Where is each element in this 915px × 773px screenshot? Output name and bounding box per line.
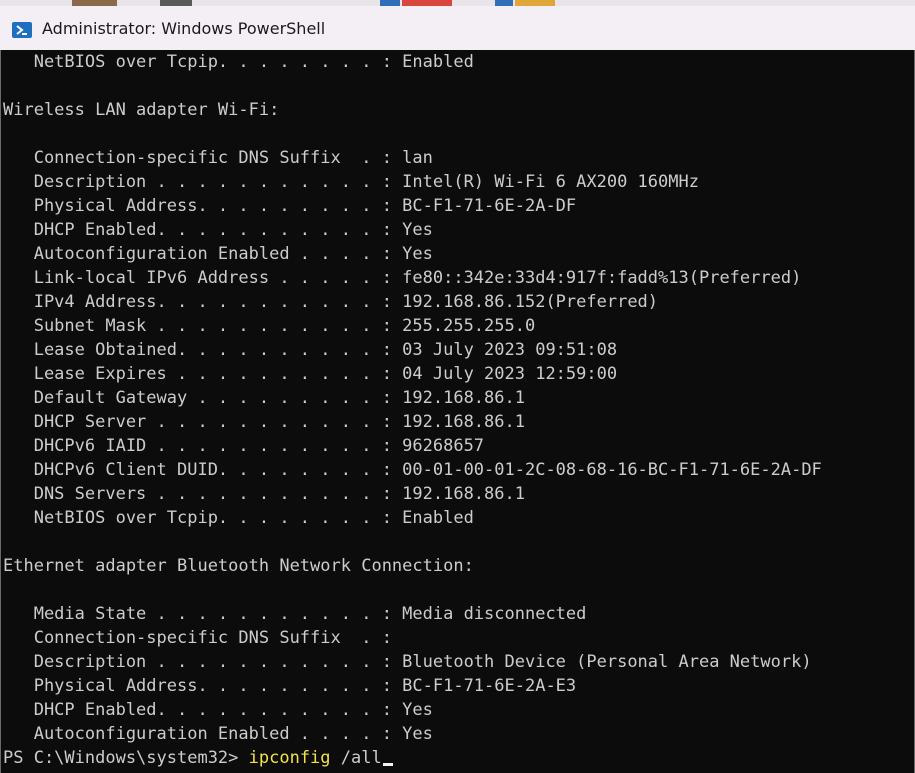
prompt-line[interactable]: PS C:\Windows\system32> ipconfig /all [3,746,822,770]
window-title: Administrator: Windows PowerShell [42,19,326,38]
powershell-window: Administrator: Windows PowerShell NetBIO… [0,0,915,773]
text-cursor [382,763,393,766]
console-line: Wireless LAN adapter Wi-Fi: [3,100,280,120]
console-line: NetBIOS over Tcpip. . . . . . . . : Enab… [3,508,474,528]
console-line: IPv4 Address. . . . . . . . . . . : 192.… [3,292,659,312]
console-line: DHCP Enabled. . . . . . . . . . . : Yes [3,700,433,720]
console-line: Link-local IPv6 Address . . . . . : fe80… [3,268,802,288]
console-line: Description . . . . . . . . . . . : Blue… [3,652,812,672]
console-line: Lease Obtained. . . . . . . . . . : 03 J… [3,340,618,360]
console-output[interactable]: NetBIOS over Tcpip. . . . . . . . : Enab… [0,50,915,773]
console-line: DHCP Server . . . . . . . . . . . : 192.… [3,412,525,432]
prompt-command: ipconfig [248,748,331,768]
console-line: Physical Address. . . . . . . . . : BC-F… [3,196,577,216]
console-line: Connection-specific DNS Suffix . : [3,628,392,648]
prompt-args: /all [330,748,382,768]
console-line: DNS Servers . . . . . . . . . . . : 192.… [3,484,525,504]
console-line: DHCP Enabled. . . . . . . . . . . : Yes [3,220,433,240]
prompt-path: PS C:\Windows\system32> [3,748,249,768]
console-line: DHCPv6 Client DUID. . . . . . . . : 00-0… [3,460,822,480]
powershell-icon [12,22,32,38]
title-bar[interactable]: Administrator: Windows PowerShell [0,6,915,51]
console-line: Autoconfiguration Enabled . . . . : Yes [3,244,433,264]
console-lines: NetBIOS over Tcpip. . . . . . . . : Enab… [3,50,822,770]
console-line: Description . . . . . . . . . . . : Inte… [3,172,699,192]
console-line: Physical Address. . . . . . . . . : BC-F… [3,676,577,696]
console-line: Connection-specific DNS Suffix . : lan [3,148,433,168]
console-line: Autoconfiguration Enabled . . . . : Yes [3,724,433,744]
console-line: Subnet Mask . . . . . . . . . . . : 255.… [3,316,536,336]
console-line: Ethernet adapter Bluetooth Network Conne… [3,556,474,576]
console-line: NetBIOS over Tcpip. . . . . . . . : Enab… [3,52,474,72]
console-line: Media State . . . . . . . . . . . : Medi… [3,604,587,624]
console-line: DHCPv6 IAID . . . . . . . . . . . : 9626… [3,436,485,456]
console-line: Lease Expires . . . . . . . . . . : 04 J… [3,364,618,384]
console-line: Default Gateway . . . . . . . . . : 192.… [3,388,525,408]
